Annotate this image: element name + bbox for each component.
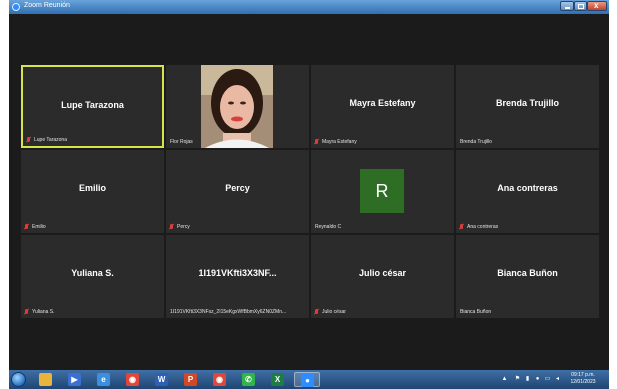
chrome-2-icon: ◉ <box>213 373 226 386</box>
gallery-view: Lupe Tarazona Lupe Tarazona Flor Rojas Mayr… <box>9 0 609 370</box>
network-icon[interactable]: ▮ <box>524 376 531 383</box>
participant-name-label: Percy <box>177 224 190 230</box>
muted-mic-icon <box>314 309 319 315</box>
start-button[interactable] <box>11 372 26 387</box>
participant-tile[interactable]: Julio césar Julio césar <box>311 235 454 318</box>
participant-tile[interactable]: Ana contreras Ana contreras <box>456 150 599 233</box>
participant-display-name: Yuliana S. <box>71 268 114 278</box>
avatar: R <box>360 169 404 213</box>
taskbar-chrome-2-button[interactable]: ◉ <box>207 372 233 387</box>
participant-name-label: Ana contreras <box>467 224 499 230</box>
powerpoint-icon: P <box>184 373 197 386</box>
participant-tile[interactable]: Bianca Buñon Bianca Buñon <box>456 235 599 318</box>
participant-name-label: Julio césar <box>322 309 346 315</box>
participant-tile[interactable]: R Reynaldo C <box>311 150 454 233</box>
clock-date: 12/01/2023 <box>570 379 596 385</box>
participant-name-label: Bianca Buñon <box>460 309 492 315</box>
participant-name-label: Yuliana S. <box>32 309 55 315</box>
participant-name-label: Mayra Estefany <box>322 139 357 145</box>
zoom-icon: ● <box>301 374 314 387</box>
participant-display-name: Percy <box>225 183 250 193</box>
participant-video <box>201 65 273 148</box>
zoom-app-icon <box>12 3 20 11</box>
participant-display-name: Julio césar <box>358 268 407 278</box>
window-title: Zoom Reunión <box>24 2 70 9</box>
participant-display-name: 1I191VKfti3X3NF... <box>198 268 277 278</box>
participant-tile[interactable]: Percy Percy <box>166 150 309 233</box>
media-player-icon: ▶ <box>68 373 81 386</box>
participant-display-name: Brenda Trujillo <box>495 98 559 108</box>
minimize-button[interactable] <box>560 1 574 11</box>
muted-mic-icon <box>24 224 29 230</box>
battery-icon[interactable]: ▭ <box>544 376 551 383</box>
participant-display-name: Bianca Buñon <box>497 268 558 278</box>
muted-mic-icon <box>24 309 29 315</box>
participant-tile[interactable]: Mayra Estefany Mayra Estefany <box>311 65 454 148</box>
tray-expand-icon[interactable]: ▲ <box>501 376 508 383</box>
participant-name-label: Flor Rojas <box>170 139 193 145</box>
chrome-icon: ◉ <box>126 373 139 386</box>
participant-display-name: Lupe Tarazona <box>61 100 124 110</box>
taskbar-zoom-button[interactable]: ● <box>294 372 320 387</box>
participant-display-name: Mayra Estefany <box>349 98 416 108</box>
windows-taskbar: ▶ e ◉ W P ◉ ✆ X ● ▲ ⚑ ▮ ● ▭ ◂ 09:17 p.m. 12/01/2… <box>9 370 609 389</box>
muted-mic-icon <box>169 224 174 230</box>
taskbar-excel-button[interactable]: X <box>265 372 291 387</box>
internet-explorer-icon: e <box>97 373 110 386</box>
participant-display-name: Ana contreras <box>497 183 558 193</box>
muted-mic-icon <box>26 137 31 143</box>
participant-tile[interactable]: Yuliana S. Yuliana S. <box>21 235 164 318</box>
participant-tile[interactable]: Brenda Trujillo Brenda Trujillo <box>456 65 599 148</box>
muted-mic-icon <box>459 224 464 230</box>
participant-name-label: Brenda Trujillo <box>460 139 492 145</box>
title-bar: Zoom Reunión x <box>9 0 609 14</box>
taskbar-windows-explorer-button[interactable] <box>33 372 59 387</box>
participant-tile[interactable]: Lupe Tarazona Lupe Tarazona <box>21 65 164 148</box>
close-button[interactable]: x <box>587 1 607 11</box>
participant-name-label: Reynaldo C <box>315 224 342 230</box>
clock-time: 09:17 p.m. <box>571 372 595 378</box>
taskbar-chrome-button[interactable]: ◉ <box>120 372 146 387</box>
maximize-button[interactable] <box>574 1 587 11</box>
flag-icon[interactable]: ⚑ <box>514 376 521 383</box>
antivirus-icon[interactable]: ● <box>534 376 541 383</box>
taskbar-powerpoint-button[interactable]: P <box>178 372 204 387</box>
participant-tile[interactable]: Flor Rojas <box>166 65 309 148</box>
taskbar-internet-explorer-button[interactable]: e <box>91 372 117 387</box>
muted-mic-icon <box>314 139 319 145</box>
participant-tile[interactable]: 1I191VKfti3X3NF... 1I191VKfti3X3NFsz_2I15… <box>166 235 309 318</box>
word-icon: W <box>155 373 168 386</box>
taskbar-clock[interactable]: 09:17 p.m. 12/01/2023 <box>564 372 602 386</box>
taskbar-word-button[interactable]: W <box>149 372 175 387</box>
participant-tile[interactable]: Emilio Emilio <box>21 150 164 233</box>
windows-explorer-icon <box>39 373 52 386</box>
taskbar-media-player-button[interactable]: ▶ <box>62 372 88 387</box>
whatsapp-icon: ✆ <box>242 373 255 386</box>
participant-name-label: Lupe Tarazona <box>34 137 67 143</box>
taskbar-whatsapp-button[interactable]: ✆ <box>236 372 262 387</box>
excel-icon: X <box>271 373 284 386</box>
participant-name-label: 1I191VKfti3X3NFsz_2I15eKgxWfBbmXy6ZN0ZMn… <box>170 309 287 315</box>
participant-name-label: Emilio <box>32 224 46 230</box>
volume-icon[interactable]: ◂ <box>554 376 561 383</box>
participant-display-name: Emilio <box>78 183 106 193</box>
zoom-window: Lupe Tarazona Lupe Tarazona Flor Rojas Mayr… <box>9 0 609 370</box>
